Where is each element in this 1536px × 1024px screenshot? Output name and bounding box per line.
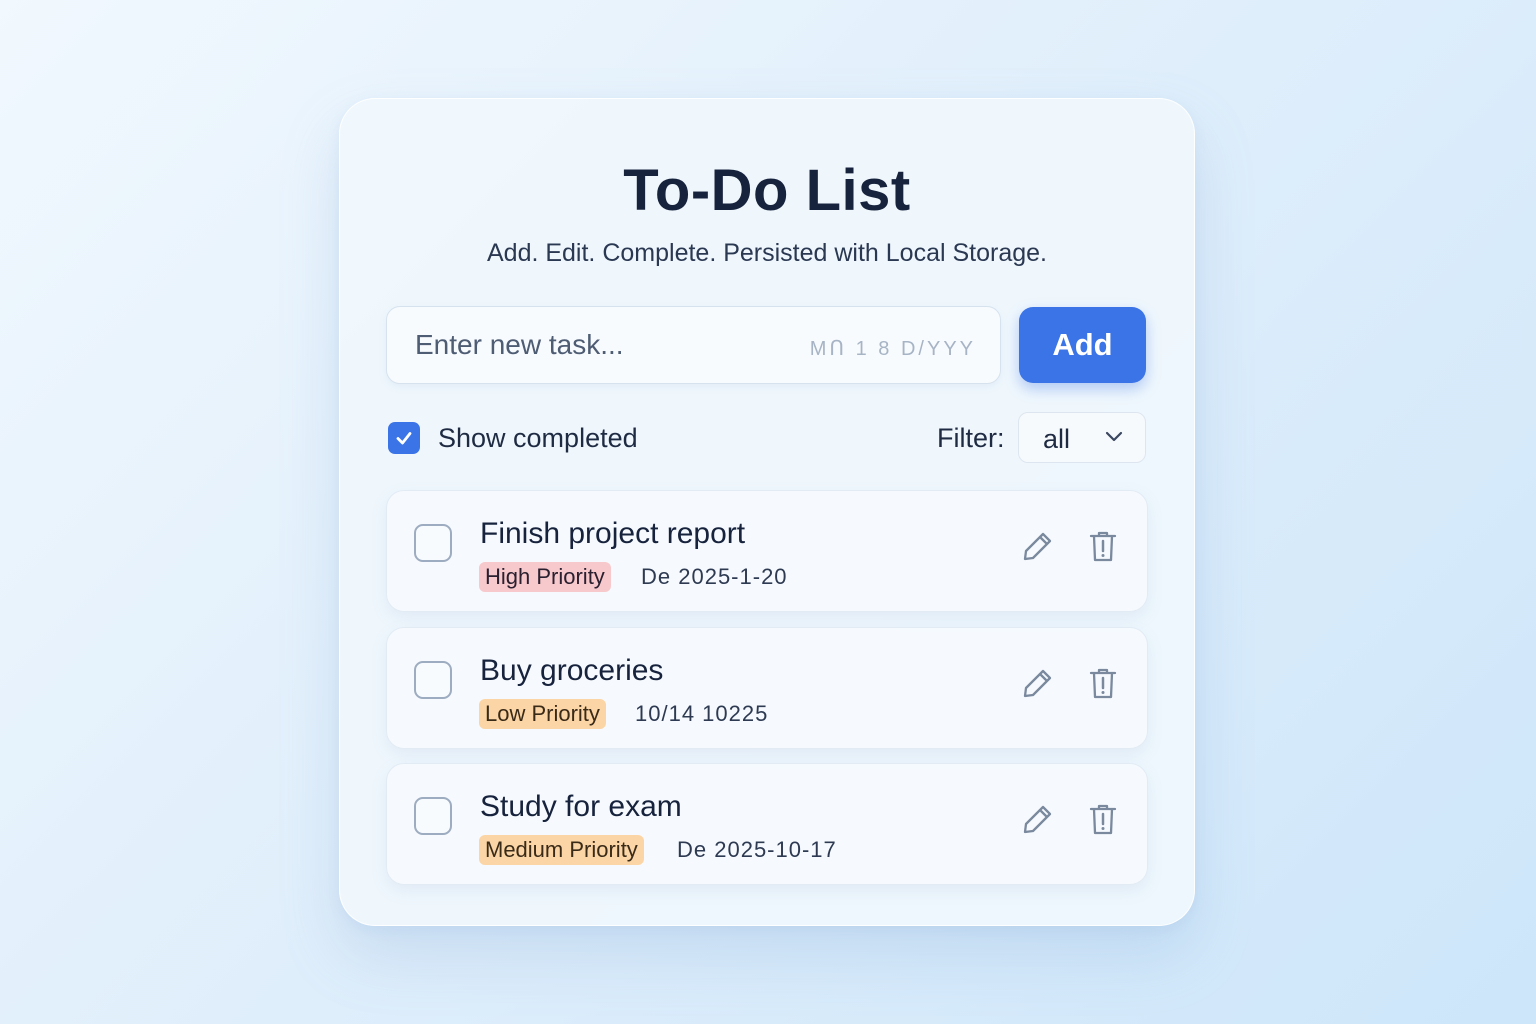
trash-icon[interactable] bbox=[1087, 666, 1119, 700]
new-task-input[interactable] bbox=[387, 307, 817, 383]
task-complete-checkbox[interactable] bbox=[414, 524, 452, 562]
check-icon bbox=[396, 432, 412, 445]
task-due-date: De 2025-1-20 bbox=[641, 564, 788, 589]
priority-badge: Medium Priority bbox=[479, 835, 644, 865]
new-task-field: MՈ 1 8 D/YYY bbox=[386, 306, 1001, 384]
filter-select[interactable]: all bbox=[1018, 412, 1146, 463]
priority-badge: High Priority bbox=[479, 562, 611, 592]
pencil-icon[interactable] bbox=[1021, 529, 1055, 563]
page-title: To-Do List bbox=[623, 158, 911, 223]
filter-selected-value: all bbox=[1043, 424, 1071, 454]
task-title: Study for exam bbox=[480, 790, 682, 823]
task-title: Buy groceries bbox=[480, 654, 664, 687]
task-item: Study for exam Medium Priority De 2025-1… bbox=[386, 763, 1148, 885]
task-item: Finish project report High Priority De 2… bbox=[386, 490, 1148, 612]
todo-card: To-Do List Add. Edit. Complete. Persiste… bbox=[339, 98, 1195, 926]
task-complete-checkbox[interactable] bbox=[414, 661, 452, 699]
pencil-icon[interactable] bbox=[1021, 802, 1055, 836]
show-completed-checkbox[interactable] bbox=[388, 422, 420, 454]
date-format-hint: MՈ 1 8 D/YYY bbox=[809, 338, 976, 360]
trash-icon[interactable] bbox=[1087, 802, 1119, 836]
task-complete-checkbox[interactable] bbox=[414, 797, 452, 835]
task-title: Finish project report bbox=[480, 517, 746, 550]
show-completed-label: Show completed bbox=[438, 423, 638, 453]
page-subtitle: Add. Edit. Complete. Persisted with Loca… bbox=[486, 239, 1047, 267]
task-due-date: 10/14 10225 bbox=[635, 701, 769, 726]
task-due-date: De 2025-10-17 bbox=[677, 837, 837, 862]
add-task-button[interactable]: Add bbox=[1019, 307, 1146, 383]
filter-label: Filter: bbox=[937, 423, 1005, 453]
task-item: Buy groceries Low Priority 10/14 10225 bbox=[386, 627, 1148, 749]
priority-badge: Low Priority bbox=[479, 699, 606, 729]
pencil-icon[interactable] bbox=[1021, 666, 1055, 700]
chevron-down-icon bbox=[1105, 431, 1123, 442]
trash-icon[interactable] bbox=[1087, 529, 1119, 563]
